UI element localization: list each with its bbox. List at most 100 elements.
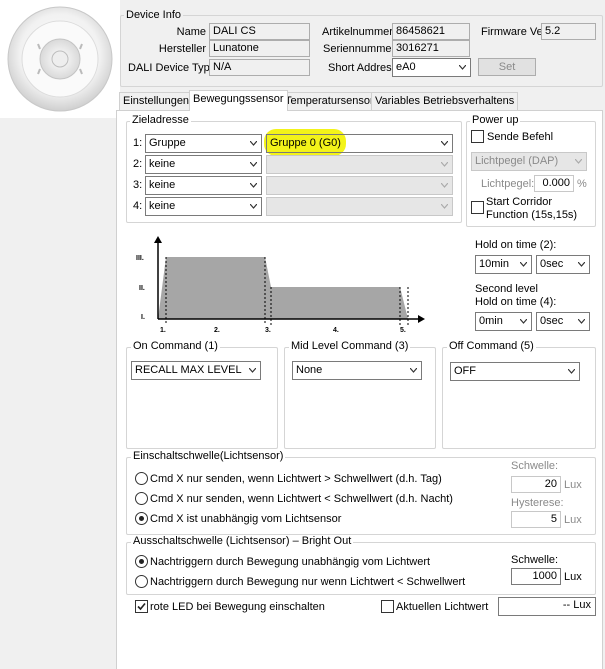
chevron-down-icon [441,183,448,188]
row3-num: 3: [133,179,143,191]
on-command-title: On Command (1) [131,340,220,353]
serien-label: Seriennummer [323,43,396,55]
hersteller-label: Hersteller [158,43,206,55]
level-label-3: III. [136,255,144,262]
lux-value: -- Lux [562,599,591,611]
off-command-title: Off Command (5) [447,340,536,353]
einschalt-schwelle-unit: Lux [564,479,582,491]
aktuell-checkbox[interactable] [381,600,394,613]
chevron-down-icon [441,204,448,209]
second-min-value: 0min [479,315,503,327]
level-label-1: I. [141,314,145,321]
row2-type-value: keine [149,158,176,170]
phase-label-3: 3. [265,327,271,334]
firmware-field: 5.2 [541,23,596,40]
row3-target-select[interactable] [266,176,453,195]
corridor-label-2: Function (15s,15s) [486,209,578,221]
name-label: Name [176,26,206,38]
led-checkbox[interactable] [135,600,148,613]
firmware-label: Firmware Ver [481,26,547,38]
timing-diagram: III. II. I. 1. 2. 3. 4. 5. [128,235,464,337]
chevron-down-icon [250,141,257,146]
off-command-value: OFF [454,365,476,377]
phase-label-2: 2. [214,327,220,334]
einschalt-schwelle-input[interactable]: 20 [511,476,561,493]
on-command-value: RECALL MAX LEVEL [135,364,242,376]
diagram-fill [158,257,408,319]
second-level-label: Second level [475,283,538,295]
level-label-2: II. [139,285,145,292]
tab-variables-betriebsverhaltens[interactable]: Variables Betriebsverhaltens [371,92,519,110]
einschalt-schwelle-label: Schwelle: [511,460,559,472]
einschalt-radio-1[interactable] [135,472,148,485]
lichtpegel-input[interactable]: 0.000 [534,175,574,192]
chevron-down-icon [568,369,575,374]
tab-temperatursensor[interactable]: Temperatursensor [281,92,378,110]
ausschalt-schwelle-input[interactable]: 1000 [511,568,561,585]
checkmark-icon [137,602,146,611]
row2-type-select[interactable]: keine [145,155,262,174]
ausschalt-radio-1[interactable] [135,555,148,568]
second-min-select[interactable]: 0min [475,312,532,331]
chevron-down-icon [459,65,466,70]
corridor-label-1: Start Corridor [486,196,553,208]
chevron-down-icon [575,159,582,164]
hold-sec-value: 0sec [540,258,564,270]
row4-target-select[interactable] [266,197,453,216]
artikel-field: 86458621 [392,23,470,40]
ausschalt-opt1-label: Nachtriggern durch Bewegung unabhängig v… [150,556,431,568]
hold-min-select[interactable]: 10min [475,255,532,274]
off-command-select[interactable]: OFF [450,362,580,381]
hysterese-input[interactable]: 5 [511,511,561,528]
name-field: DALI CS [209,23,310,40]
lichtpegel-select[interactable]: Lichtpegel (DAP) [471,152,587,171]
einschalt-title: Einschaltschwelle(Lichtsensor) [131,450,286,463]
chevron-down-icon [520,319,527,324]
set-button[interactable]: Set [478,58,536,76]
lux-display: -- Lux [498,597,596,616]
power-up-title: Power up [470,114,521,127]
on-command-select[interactable]: RECALL MAX LEVEL [131,361,261,380]
row1-target-select[interactable]: Gruppe 0 (G0) [266,134,453,153]
row1-type-value: Gruppe [149,137,186,149]
chevron-down-icon [250,204,257,209]
lichtpegel-select-value: Lichtpegel (DAP) [475,155,559,167]
device-type-label: DALI Device Type [128,62,216,74]
einschalt-radio-3[interactable] [135,512,148,525]
row2-num: 2: [133,158,143,170]
row2-target-select[interactable] [266,155,453,174]
row4-type-value: keine [149,200,176,212]
phase-label-1: 1. [160,327,166,334]
mid-command-select[interactable]: None [292,361,422,380]
hold-min-value: 10min [479,258,509,270]
aktuell-label: Aktuellen Lichtwert [396,601,489,613]
short-address-label: Short Address [328,62,398,74]
chevron-down-icon [250,183,257,188]
ausschalt-radio-2[interactable] [135,575,148,588]
row4-type-select[interactable]: keine [145,197,262,216]
percent-label: % [577,178,587,190]
short-address-select[interactable]: eA0 [392,58,471,77]
second-sec-value: 0sec [540,315,564,327]
tab-einstellungen[interactable]: Einstellungen [119,92,194,110]
row1-type-select[interactable]: Gruppe [145,134,262,153]
phase-label-4: 4. [333,327,339,334]
row3-type-select[interactable]: keine [145,176,262,195]
chevron-down-icon [441,162,448,167]
hold-on-label: Hold on time (2): [475,239,557,251]
chevron-down-icon [578,319,585,324]
tab-bewegungssensor[interactable]: Bewegungssensor [189,90,288,111]
einschalt-radio-2[interactable] [135,492,148,505]
sende-befehl-checkbox[interactable] [471,130,484,143]
ausschalt-schwelle-unit: Lux [564,571,582,583]
chevron-down-icon [250,162,257,167]
hold-sec-select[interactable]: 0sec [536,255,590,274]
second-sec-select[interactable]: 0sec [536,312,590,331]
row1-num: 1: [133,137,143,149]
sende-befehl-label: Sende Befehl [487,131,554,143]
corridor-checkbox[interactable] [471,201,484,214]
device-info-title: Device Info [124,9,184,22]
led-label: rote LED bei Bewegung einschalten [150,601,325,613]
row4-num: 4: [133,200,143,212]
ausschalt-opt2-label: Nachtriggern durch Bewegung nur wenn Lic… [150,576,466,588]
